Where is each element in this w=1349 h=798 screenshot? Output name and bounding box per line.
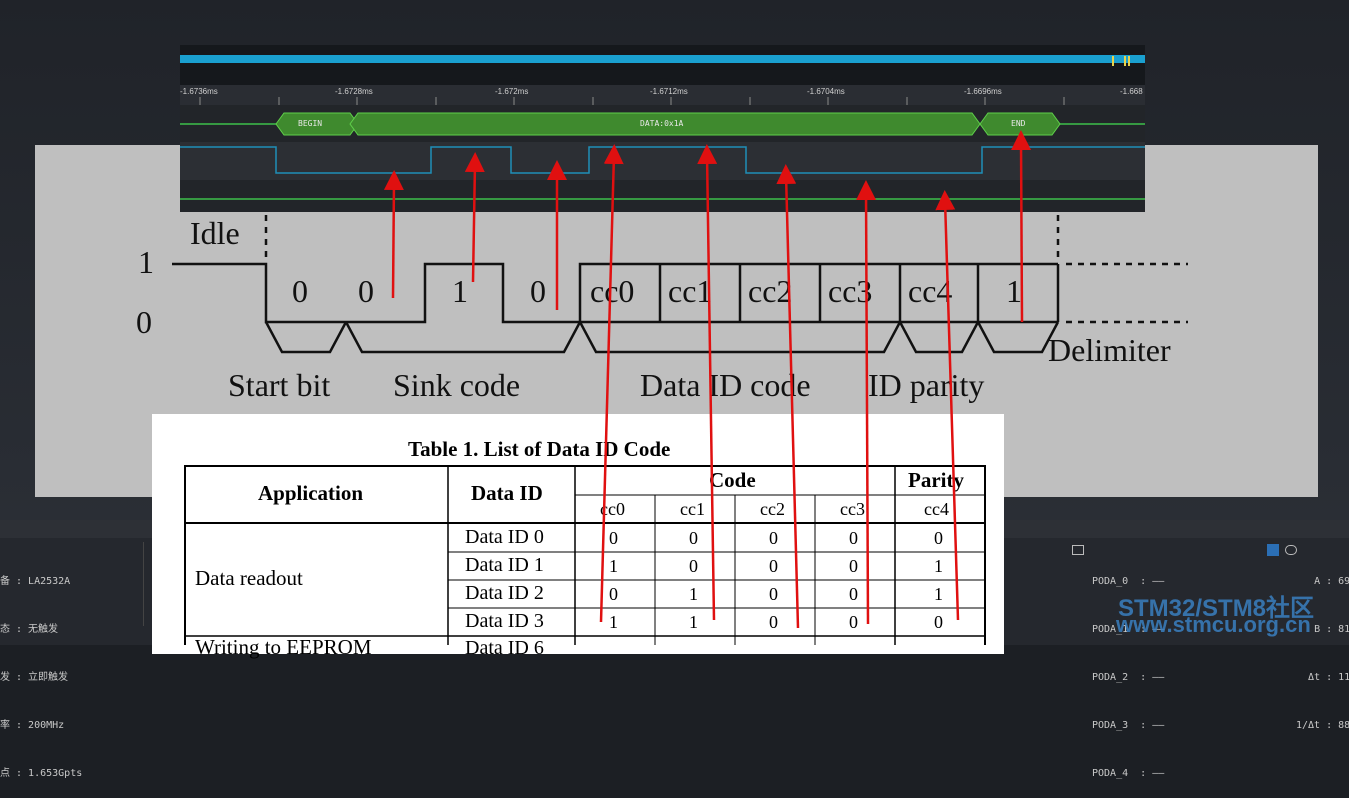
- trigger-mode: 发 : 立即触发: [0, 672, 69, 683]
- annotation-arrows: [383, 130, 1032, 629]
- cursor-frequency: 1/Δt : 88.: [1296, 720, 1349, 731]
- sample-rate: 率 : 200MHz: [0, 720, 65, 731]
- sample-depth: 点 : 1.653Gpts: [0, 768, 83, 779]
- cursor-delta: Δt : 11.: [1308, 672, 1349, 683]
- channel-3[interactable]: PODA_3 : ——: [1092, 718, 1164, 734]
- channel-4[interactable]: PODA_4 : ——: [1092, 766, 1164, 782]
- watermark-url: www.stmcu.org.cn: [1116, 612, 1311, 637]
- channel-2[interactable]: PODA_2 : ——: [1092, 670, 1164, 686]
